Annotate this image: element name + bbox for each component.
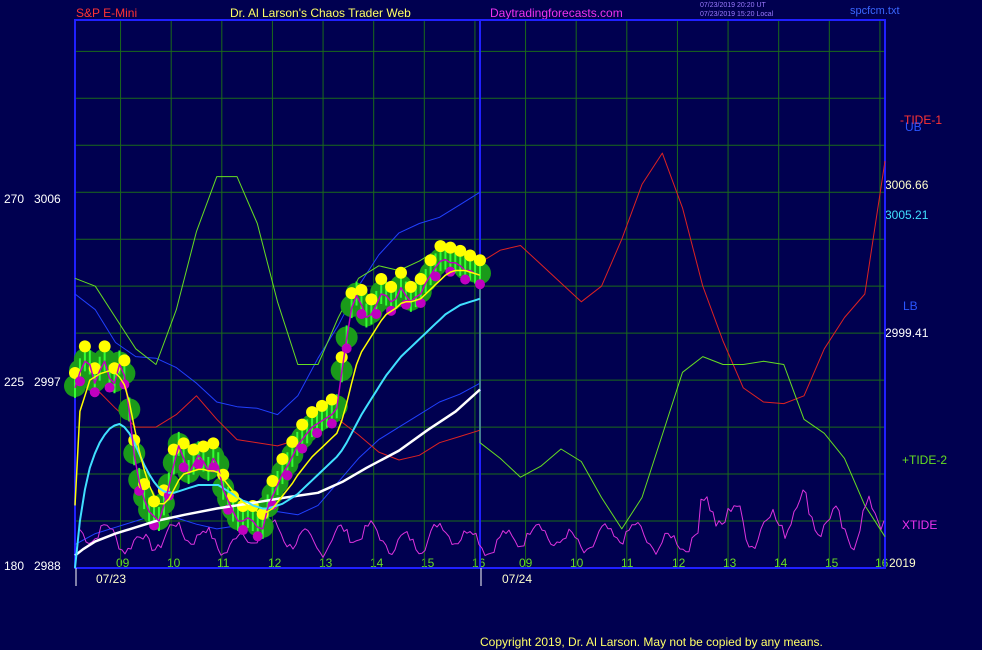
high-marker xyxy=(276,453,289,466)
low-marker xyxy=(326,418,337,429)
low-marker xyxy=(237,525,248,536)
high-marker xyxy=(315,399,328,412)
high-marker xyxy=(78,340,91,353)
high-marker xyxy=(355,283,368,296)
low-marker xyxy=(104,382,115,393)
chart-plot xyxy=(64,19,886,586)
high-marker xyxy=(404,280,417,293)
high-marker xyxy=(394,266,407,279)
high-marker xyxy=(325,393,338,406)
low-marker xyxy=(252,531,263,542)
high-marker xyxy=(474,254,486,267)
high-marker xyxy=(296,418,309,431)
high-marker xyxy=(306,406,319,419)
low-marker xyxy=(341,343,352,354)
low-marker xyxy=(460,274,471,285)
high-marker xyxy=(207,437,220,450)
high-marker xyxy=(375,273,388,285)
low-marker xyxy=(475,279,485,290)
low-marker xyxy=(89,387,100,398)
high-marker xyxy=(385,280,398,293)
high-marker xyxy=(98,340,111,353)
high-marker xyxy=(365,293,378,306)
low-marker xyxy=(312,427,323,438)
xtide-line xyxy=(79,489,885,558)
high-marker xyxy=(424,254,437,267)
